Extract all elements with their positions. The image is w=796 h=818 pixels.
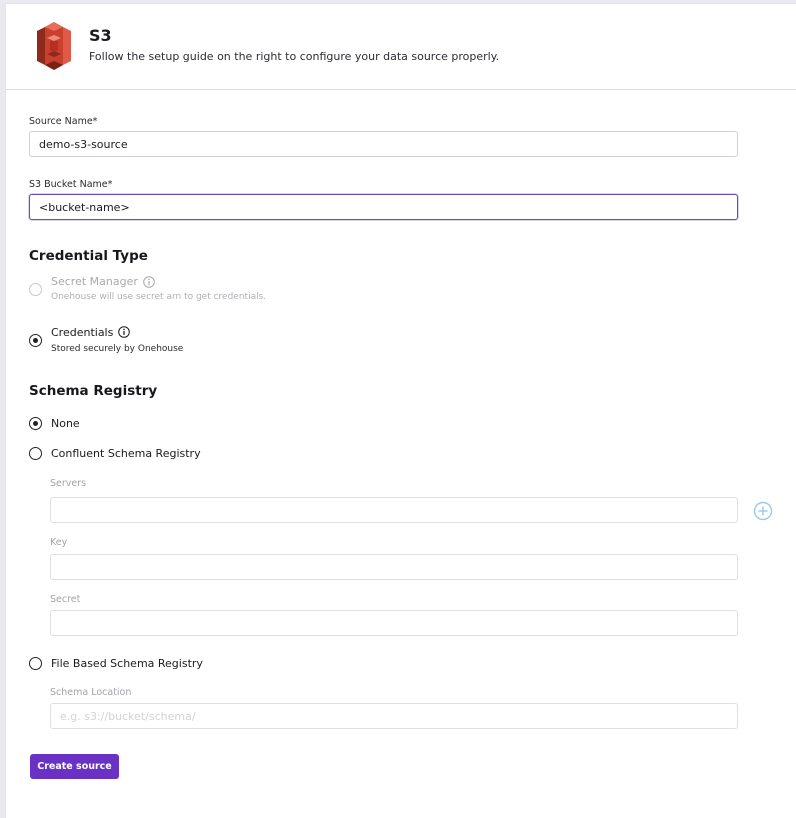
- credentials-description: Stored securely by Onehouse: [51, 344, 184, 354]
- source-setup-panel: S3 Follow the setup guide on the right t…: [5, 3, 796, 818]
- credentials-info-icon[interactable]: [118, 326, 130, 338]
- create-source-button[interactable]: Create source: [30, 754, 119, 779]
- add-server-plus-icon[interactable]: [753, 501, 773, 521]
- schema-location-label: Schema Location: [50, 687, 132, 698]
- page-title: S3: [89, 26, 112, 45]
- confluent-schema-registry-label: Confluent Schema Registry: [51, 447, 201, 460]
- secret-manager-info-icon[interactable]: [143, 276, 155, 288]
- radio-secret-manager[interactable]: [29, 283, 42, 296]
- page-subtitle: Follow the setup guide on the right to c…: [89, 50, 500, 63]
- credentials-label: Credentials: [51, 326, 114, 339]
- radio-credentials[interactable]: [29, 334, 42, 347]
- radio-none[interactable]: [29, 417, 42, 430]
- s3-logo-icon: [37, 22, 71, 70]
- schema-location-input[interactable]: [50, 703, 738, 729]
- key-label: Key: [50, 537, 68, 548]
- servers-input[interactable]: [50, 497, 738, 523]
- file-based-schema-registry-label: File Based Schema Registry: [51, 657, 203, 670]
- bucket-name-input[interactable]: [29, 194, 738, 220]
- bucket-name-label: S3 Bucket Name*: [29, 179, 113, 190]
- page-header: S3 Follow the setup guide on the right t…: [6, 4, 796, 90]
- key-input[interactable]: [50, 554, 738, 580]
- none-label: None: [51, 417, 80, 430]
- credential-type-heading: Credential Type: [29, 248, 148, 264]
- source-name-input[interactable]: [29, 131, 738, 157]
- secret-manager-label: Secret Manager: [51, 275, 138, 288]
- secret-label: Secret: [50, 594, 81, 605]
- secret-manager-description: Onehouse will use secret arn to get cred…: [51, 292, 267, 302]
- source-name-label: Source Name*: [29, 116, 98, 127]
- servers-label: Servers: [50, 478, 87, 489]
- radio-file-based-schema-registry[interactable]: [29, 657, 42, 670]
- radio-confluent-schema-registry[interactable]: [29, 447, 42, 460]
- schema-registry-heading: Schema Registry: [29, 383, 158, 399]
- secret-input[interactable]: [50, 610, 738, 636]
